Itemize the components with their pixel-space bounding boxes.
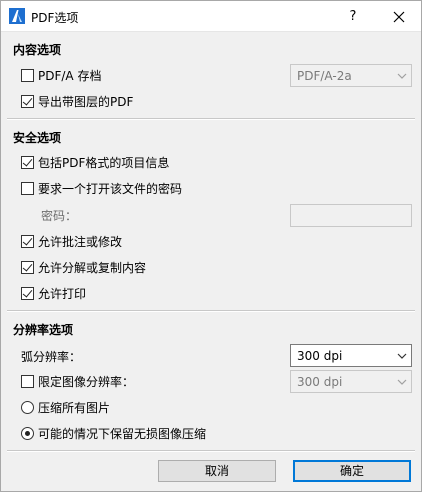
lossless-row[interactable]: 可能的情况下保留无损图像压缩 xyxy=(21,425,206,441)
resolution-options-title: 分辨率选项 xyxy=(13,323,74,337)
allow-copy-checkbox[interactable] xyxy=(21,260,34,274)
arc-resolution-value: 300 dpi xyxy=(297,348,343,363)
arc-resolution-label: 弧分辨率： xyxy=(21,350,82,364)
compress-all-label: 压缩所有图片 xyxy=(38,400,111,415)
allow-copy-label: 允许分解或复制内容 xyxy=(38,260,147,275)
password-field[interactable] xyxy=(290,204,412,227)
allow-copy-row[interactable]: 允许分解或复制内容 xyxy=(21,259,146,275)
image-resolution-value: 300 dpi xyxy=(297,374,343,389)
section-divider xyxy=(7,118,415,120)
compress-all-radio[interactable] xyxy=(21,400,34,414)
password-label: 密码： xyxy=(41,209,78,223)
allow-print-row[interactable]: 允许打印 xyxy=(21,285,86,301)
pdfa-archive-label: PDF/A 存档 xyxy=(38,68,102,83)
content-options-title: 内容选项 xyxy=(13,43,62,57)
help-button[interactable]: ? xyxy=(337,3,369,30)
pdf-options-dialog: PDF选项 ? 内容选项 PDF/A 存档 PDF/A-2a 导出带图层的PDF… xyxy=(0,0,422,492)
chevron-down-icon xyxy=(397,353,407,359)
require-password-row[interactable]: 要求一个打开该文件的密码 xyxy=(21,180,182,196)
allow-annotate-checkbox[interactable] xyxy=(21,234,34,248)
window-title: PDF选项 xyxy=(31,11,79,25)
pdfa-archive-checkbox-row[interactable]: PDF/A 存档 xyxy=(21,67,101,83)
require-password-label: 要求一个打开该文件的密码 xyxy=(38,181,183,196)
include-project-info-label: 包括PDF格式的项目信息 xyxy=(38,155,170,170)
section-divider xyxy=(7,310,415,312)
security-options-title: 安全选项 xyxy=(13,131,62,145)
require-password-checkbox[interactable] xyxy=(21,181,34,195)
chevron-down-icon xyxy=(397,73,407,79)
close-button[interactable] xyxy=(383,3,415,30)
chevron-down-icon xyxy=(397,379,407,385)
allow-annotate-row[interactable]: 允许批注或修改 xyxy=(21,233,122,249)
archicad-icon xyxy=(9,8,25,24)
export-layers-label: 导出带图层的PDF xyxy=(38,94,134,109)
arc-resolution-select[interactable]: 300 dpi xyxy=(290,344,412,367)
lossless-label: 可能的情况下保留无损图像压缩 xyxy=(38,426,207,441)
cancel-button[interactable]: 取消 xyxy=(158,460,276,482)
image-resolution-select[interactable]: 300 dpi xyxy=(290,370,412,393)
limit-image-resolution-row[interactable]: 限定图像分辨率： xyxy=(21,373,134,389)
export-layers-checkbox[interactable] xyxy=(21,94,34,108)
lossless-radio[interactable] xyxy=(21,426,34,440)
title-bar[interactable]: PDF选项 ? xyxy=(1,1,421,32)
export-layers-checkbox-row[interactable]: 导出带图层的PDF xyxy=(21,93,133,109)
include-project-info-checkbox[interactable] xyxy=(21,155,34,169)
limit-image-resolution-label: 限定图像分辨率： xyxy=(38,374,135,389)
pdfa-archive-checkbox[interactable] xyxy=(21,68,34,82)
pdfa-version-select[interactable]: PDF/A-2a xyxy=(290,64,412,87)
section-divider xyxy=(7,450,415,452)
limit-image-resolution-checkbox[interactable] xyxy=(21,374,34,388)
include-project-info-row[interactable]: 包括PDF格式的项目信息 xyxy=(21,154,169,170)
pdfa-version-value: PDF/A-2a xyxy=(297,68,352,83)
ok-button[interactable]: 确定 xyxy=(293,460,411,482)
allow-print-label: 允许打印 xyxy=(38,286,87,301)
allow-annotate-label: 允许批注或修改 xyxy=(38,234,123,249)
compress-all-row[interactable]: 压缩所有图片 xyxy=(21,399,110,415)
allow-print-checkbox[interactable] xyxy=(21,286,34,300)
close-icon xyxy=(393,11,405,22)
